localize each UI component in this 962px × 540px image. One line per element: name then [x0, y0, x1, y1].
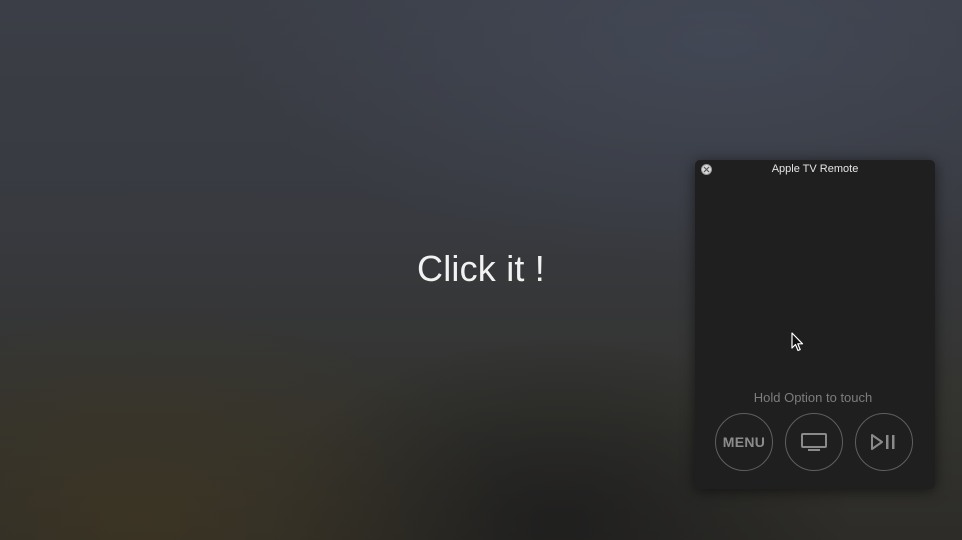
tv-button[interactable] [785, 413, 843, 471]
desktop-background: Click it ! Apple TV Remote Hold Option t… [0, 0, 962, 540]
play-pause-icon [871, 434, 895, 450]
tv-icon [801, 433, 827, 451]
apple-tv-remote-window: Apple TV Remote Hold Option to touch MEN… [695, 160, 935, 489]
menu-button-label: MENU [722, 434, 766, 450]
window-title: Apple TV Remote [771, 163, 859, 175]
mouse-pointer-icon [791, 332, 804, 352]
touch-hint-text: Hold Option to touch [753, 390, 873, 405]
menu-button[interactable]: MENU [715, 413, 773, 471]
play-pause-button[interactable] [855, 413, 913, 471]
touch-surface[interactable] [695, 182, 935, 392]
